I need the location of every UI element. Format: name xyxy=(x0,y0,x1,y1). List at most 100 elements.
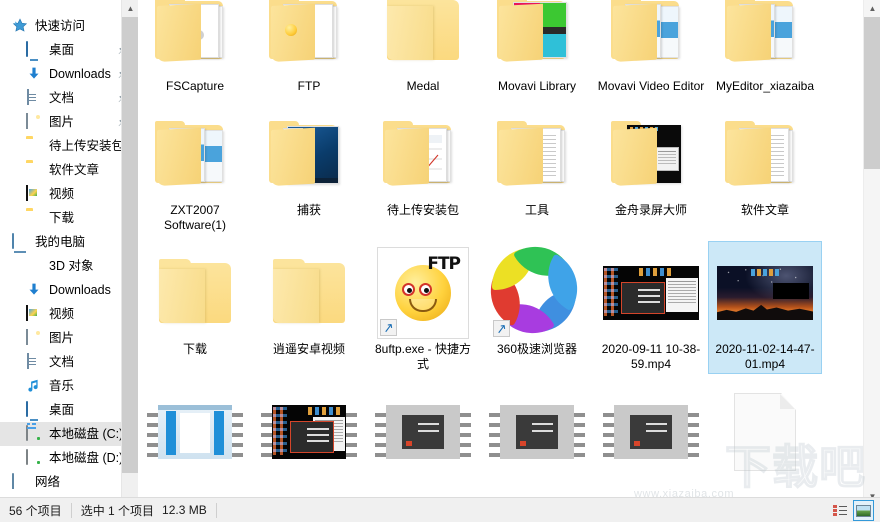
file-thumbnail xyxy=(375,0,471,78)
video-thumbnail xyxy=(603,405,699,459)
sidebar-scroll-thumb[interactable] xyxy=(122,17,138,473)
details-view-button[interactable] xyxy=(829,500,850,521)
file-name-label: Medal xyxy=(406,79,440,93)
file-thumbnail xyxy=(261,384,357,480)
item-count-label: 56 个项目 xyxy=(9,503,62,518)
shortcut-overlay-icon: ↗ xyxy=(493,320,510,337)
file-list-pane[interactable]: FSCapture FTP Medal Movavi Library Movavi Vi… xyxy=(138,0,880,522)
file-item[interactable]: 2020-09-11 10-38-59.mp4 xyxy=(594,241,708,374)
sidebar-item-14[interactable]: 文档 xyxy=(0,350,138,374)
sidebar-scroll-up-icon[interactable]: ▲ xyxy=(122,0,138,17)
file-thumbnail xyxy=(717,106,813,202)
file-item[interactable] xyxy=(138,380,252,483)
file-item[interactable]: FTP ↗ 8uftp.exe - 快捷方式 xyxy=(366,241,480,374)
navigation-pane: 快速访问 桌面 Downloads 文档 图片 待上传安装包 软件文章 视频 下载 我的电脑 3D … xyxy=(0,0,138,522)
music-icon xyxy=(26,378,42,394)
file-item[interactable] xyxy=(708,380,822,483)
blank-file-icon xyxy=(734,393,796,471)
file-item[interactable]: ↗ 360极速浏览器 xyxy=(476,232,594,374)
folder-icon xyxy=(26,138,42,154)
sidebar-item-label: 待上传安装包 xyxy=(49,139,125,153)
sidebar-item-label: 软件文章 xyxy=(49,163,100,177)
file-item[interactable]: FSCapture xyxy=(138,0,252,96)
sidebar-item-4[interactable]: 图片 xyxy=(0,110,138,134)
large-icons-view-button[interactable] xyxy=(853,500,874,521)
file-item[interactable] xyxy=(480,380,594,483)
sidebar-item-6[interactable]: 软件文章 xyxy=(0,158,138,182)
file-thumbnail xyxy=(489,384,585,480)
sidebar-item-1[interactable]: 桌面 xyxy=(0,38,138,62)
file-name-label: 软件文章 xyxy=(740,203,789,217)
file-item[interactable]: 逍遥安卓视频 xyxy=(252,241,366,374)
file-item[interactable]: FTP xyxy=(252,0,366,96)
file-thumbnail xyxy=(261,106,357,202)
sidebar-item-10[interactable]: 3D 对象 xyxy=(0,254,138,278)
file-item[interactable]: 金舟录屏大师 xyxy=(594,102,708,235)
sidebar-item-11[interactable]: Downloads xyxy=(0,278,138,302)
file-item[interactable] xyxy=(594,380,708,483)
file-name-label: 待上传安装包 xyxy=(386,203,459,217)
sidebar-item-label: Downloads xyxy=(49,67,111,81)
file-item[interactable]: 2020-11-02-14-47-01.mp4 xyxy=(708,241,822,374)
file-thumbnail xyxy=(603,245,699,341)
video-thumbnail xyxy=(603,266,699,320)
sidebar-item-8[interactable]: 下载 xyxy=(0,206,138,230)
file-thumbnail xyxy=(603,0,699,78)
sidebar-item-19[interactable]: 网络 xyxy=(0,470,138,494)
sidebar-item-label: 3D 对象 xyxy=(49,259,94,273)
this-pc-icon xyxy=(12,233,28,250)
details-view-icon xyxy=(832,505,847,516)
status-bar: 56 个项目 选中 1 个项目 12.3 MB xyxy=(0,497,880,522)
sidebar-item-2[interactable]: Downloads xyxy=(0,62,138,86)
videos-icon xyxy=(26,185,42,202)
sidebar-item-3[interactable]: 文档 xyxy=(0,86,138,110)
file-thumbnail xyxy=(261,245,357,341)
file-item[interactable]: 下载 xyxy=(138,241,252,374)
sidebar-item-18[interactable]: 本地磁盘 (D:) xyxy=(0,446,138,470)
file-item[interactable]: MyEditor_xiazaiba xyxy=(708,0,822,96)
sidebar-item-label: 快速访问 xyxy=(35,19,86,33)
sidebar-item-label: 下载 xyxy=(49,211,75,225)
file-item[interactable]: Movavi Library xyxy=(480,0,594,96)
file-name-label: 逍遥安卓视频 xyxy=(272,342,345,356)
download-icon xyxy=(26,282,42,298)
sidebar-item-7[interactable]: 视频 xyxy=(0,182,138,206)
drive-icon xyxy=(26,449,42,466)
file-item[interactable]: Medal xyxy=(366,0,480,96)
file-item[interactable]: 待上传安装包 xyxy=(366,102,480,235)
large-icons-view-icon xyxy=(856,504,871,517)
videos-icon xyxy=(26,305,42,322)
desktop-icon xyxy=(26,401,42,418)
file-item[interactable] xyxy=(252,380,366,483)
file-item[interactable]: 软件文章 xyxy=(708,102,822,235)
file-item[interactable]: ZXT2007 Software(1) xyxy=(138,102,252,235)
file-item[interactable]: 工具 xyxy=(480,102,594,235)
file-thumbnail xyxy=(147,106,243,202)
sidebar-item-label: 本地磁盘 (D:) xyxy=(49,451,124,465)
file-item[interactable]: 捕获 xyxy=(252,102,366,235)
sidebar-scrollbar[interactable]: ▲ ▼ xyxy=(121,0,138,522)
folder-icon xyxy=(269,259,349,325)
shortcut-overlay-icon: ↗ xyxy=(380,319,397,336)
3d-objects-icon xyxy=(26,258,42,274)
file-name-label: ZXT2007 Software(1) xyxy=(163,203,227,232)
file-item[interactable]: Movavi Video Editor xyxy=(594,0,708,96)
sidebar-item-15[interactable]: 音乐 xyxy=(0,374,138,398)
content-scroll-up-icon[interactable]: ▲ xyxy=(864,0,880,17)
sidebar-item-label: 桌面 xyxy=(49,403,75,417)
sidebar-item-5[interactable]: 待上传安装包 xyxy=(0,134,138,158)
sidebar-item-12[interactable]: 视频 xyxy=(0,302,138,326)
sidebar-item-16[interactable]: 桌面 xyxy=(0,398,138,422)
file-item[interactable] xyxy=(366,380,480,483)
sidebar-item-9[interactable]: 我的电脑 xyxy=(0,230,138,254)
content-scrollbar[interactable]: ▲ ▼ xyxy=(863,0,880,505)
file-name-label: 360极速浏览器 xyxy=(496,342,578,356)
sidebar-item-13[interactable]: 图片 xyxy=(0,326,138,350)
folder-icon xyxy=(725,121,805,186)
sidebar-item-17[interactable]: 本地磁盘 (C:) xyxy=(0,422,138,446)
network-icon xyxy=(12,473,28,490)
video-thumbnail xyxy=(147,405,243,459)
file-name-label: 工具 xyxy=(524,203,549,217)
sidebar-item-0[interactable]: 快速访问 xyxy=(0,14,138,38)
content-scroll-thumb[interactable] xyxy=(864,17,880,169)
